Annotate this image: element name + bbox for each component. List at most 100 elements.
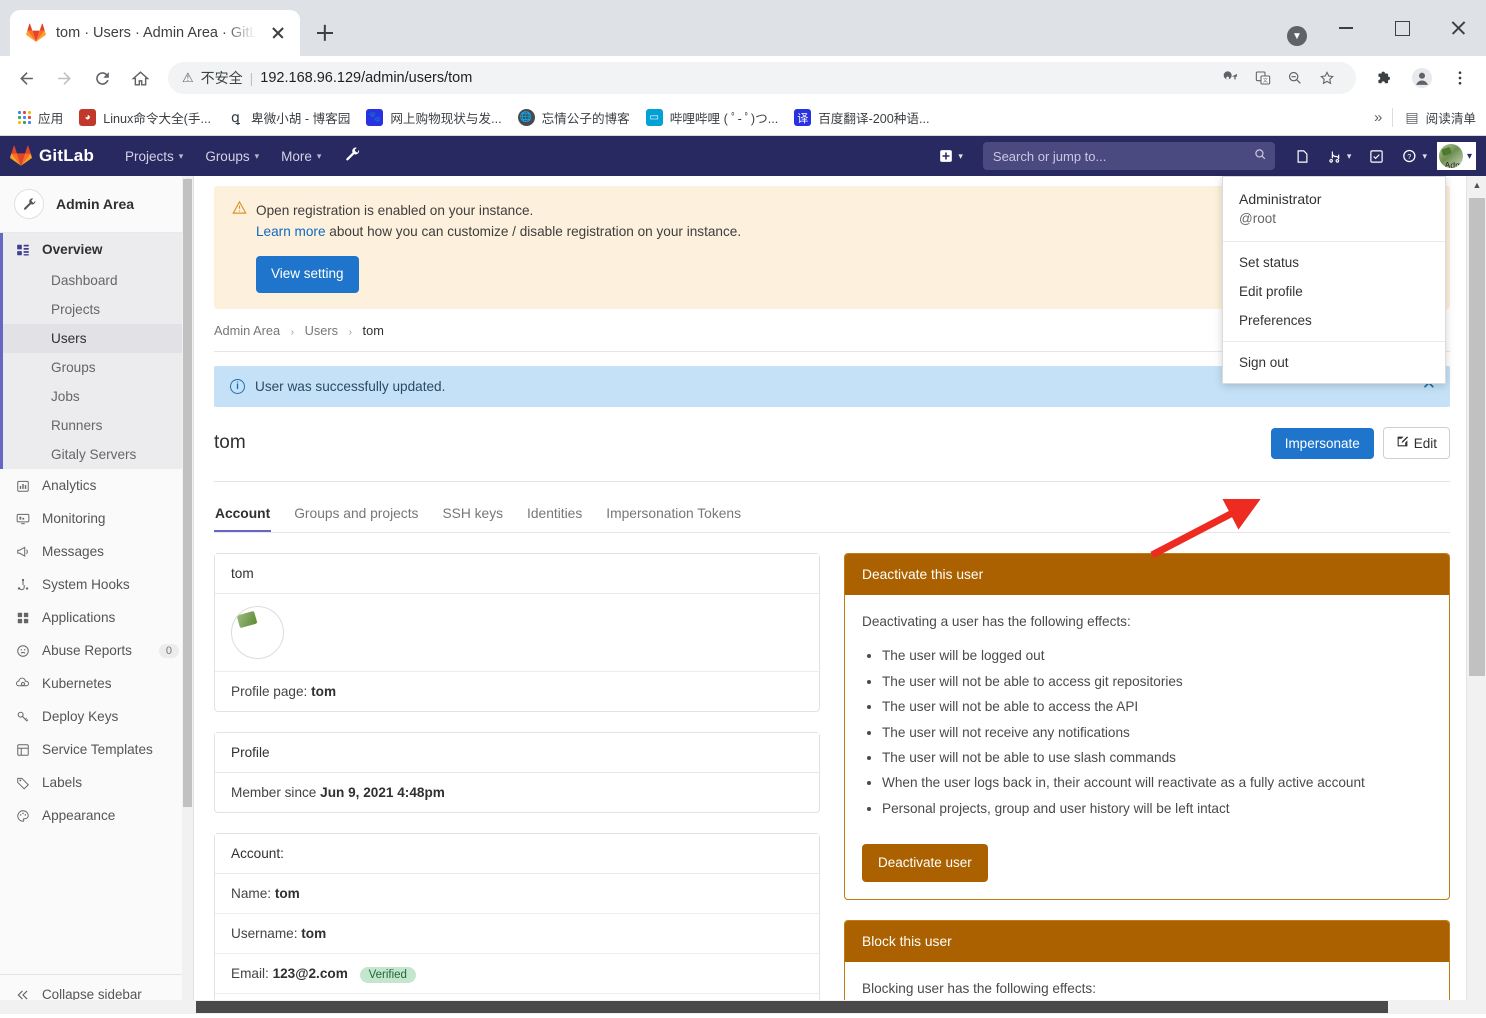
sidebar-item-messages[interactable]: Messages [0,535,193,568]
close-window-button[interactable] [1430,6,1486,50]
bookmark-item[interactable]: ◕ Linux命令大全(手... [71,104,219,131]
gitlab-logo[interactable]: GitLab [10,145,116,167]
help-icon[interactable]: ? ▾ [1394,143,1435,169]
tab-account[interactable]: Account [214,498,271,532]
bookmark-label: 哔哩哔哩 ( ﾟ- ﾟ)つ... [669,112,779,126]
page-scrollbar-thumb[interactable] [1469,198,1485,676]
list-item: The user will not be able to use slash c… [882,748,1432,768]
profile-avatar-icon[interactable] [1404,60,1440,96]
back-button[interactable] [8,60,44,96]
browser-window: tom · Users · Admin Area · GitL ▼ ⚠ 不安全 … [0,0,1486,1018]
merge-requests-icon[interactable]: ▾ [1320,144,1360,169]
sidebar-item-projects[interactable]: Projects [3,295,193,324]
account-name-label: Name: [231,886,272,902]
admin-wrench-icon[interactable] [334,142,371,171]
gitlab-app: GitLab Projects ▾ Groups ▾ More ▾ ▾ Sear… [0,136,1486,1014]
sidebar-item-analytics[interactable]: Analytics [0,469,193,502]
menu-item-preferences[interactable]: Preferences [1223,306,1445,335]
user-menu-button[interactable]: Administ ▾ [1436,142,1476,170]
search-input[interactable] [992,148,1265,164]
sidebar-item-gitaly-servers[interactable]: Gitaly Servers [3,440,193,469]
bookmark-item[interactable]: 🐾 网上购物现状与发... [358,104,509,131]
sidebar-item-abuse-reports[interactable]: Abuse Reports 0 [0,634,193,667]
sidebar-item-service-templates[interactable]: Service Templates [0,733,193,766]
sidebar-scrollbar-thumb[interactable] [183,179,192,807]
new-item-button[interactable]: ▾ [931,144,971,168]
bookmarks-overflow-icon[interactable]: » [1374,109,1382,126]
download-indicator-icon[interactable]: ▼ [1287,26,1307,46]
global-search[interactable] [982,142,1275,170]
home-button[interactable] [122,60,158,96]
sidebar-item-labels[interactable]: Labels [0,766,193,799]
menu-item-sign-out[interactable]: Sign out [1223,348,1445,377]
view-setting-button[interactable]: View setting [256,256,359,294]
sidebar-item-system-hooks[interactable]: System Hooks [0,568,193,601]
tab-ssh-keys[interactable]: SSH keys [441,498,504,532]
bookmark-item[interactable]: ꝗ 卑微小胡 - 博客园 [219,104,358,131]
sidebar-item-dashboard[interactable]: Dashboard [3,266,193,295]
breadcrumb-users[interactable]: Users [305,323,338,338]
bookmark-item[interactable]: 译 百度翻译-200种语... [786,104,937,131]
user-card: tom Profile page: tom [214,553,820,713]
tab-impersonation-tokens[interactable]: Impersonation Tokens [605,498,742,532]
bookmarks-overflow: » ▤ 阅读清单 [1374,108,1476,127]
breadcrumb-admin-area[interactable]: Admin Area [214,323,280,338]
browser-tab[interactable]: tom · Users · Admin Area · GitL [10,10,300,56]
sidebar-item-groups[interactable]: Groups [3,353,193,382]
issues-icon[interactable] [1287,144,1318,169]
sidebar-item-runners[interactable]: Runners [3,411,193,440]
nav-groups[interactable]: Groups ▾ [196,143,268,170]
sidebar-scrollbar[interactable]: ▲ [182,176,193,1014]
menu-item-edit-profile[interactable]: Edit profile [1223,277,1445,306]
minimize-window-button[interactable] [1318,6,1374,50]
apps-grid-icon [14,611,31,625]
baidu-icon: 🐾 [366,109,384,126]
address-bar[interactable]: ⚠ 不安全 | 192.168.96.129/admin/users/tom 文 [168,62,1356,94]
sidebar-item-users[interactable]: Users [3,324,193,353]
sidebar-item-jobs[interactable]: Jobs [3,382,193,411]
extensions-puzzle-icon[interactable] [1366,60,1402,96]
deactivate-panel-title: Deactivate this user [845,554,1449,596]
bookmark-item[interactable]: ▭ 哔哩哔哩 ( ﾟ- ﾟ)つ... [638,104,786,131]
horizontal-scrollbar[interactable] [0,1000,1486,1014]
horizontal-scrollbar-thumb[interactable] [196,1001,1388,1013]
close-tab-icon[interactable] [266,21,290,45]
profile-page-value[interactable]: tom [311,684,336,699]
sidebar-item-service-templates-label: Service Templates [42,742,153,757]
sidebar-item-monitoring[interactable]: Monitoring [0,502,193,535]
todos-icon[interactable] [1361,144,1392,169]
reload-button[interactable] [84,60,120,96]
key-icon[interactable] [1216,63,1246,93]
scroll-up-arrow-icon[interactable]: ▲ [1467,176,1486,194]
impersonate-button[interactable]: Impersonate [1270,427,1374,459]
learn-more-link[interactable]: Learn more [256,224,326,239]
bookmark-apps[interactable]: 应用 [10,104,71,131]
new-tab-button[interactable] [308,16,342,50]
nav-projects[interactable]: Projects ▾ [116,143,192,170]
chrome-menu-icon[interactable] [1442,60,1478,96]
bookmark-item[interactable]: 🌐 忘情公子的博客 [510,104,638,131]
sidebar-item-applications[interactable]: Applications [0,601,193,634]
reading-list-button[interactable]: ▤ 阅读清单 [1392,108,1476,127]
tab-groups-and-projects[interactable]: Groups and projects [293,498,419,532]
sidebar-scroll-area: Overview Dashboard Projects Users Groups… [0,233,193,974]
bilibili-icon: ▭ [645,109,663,126]
tab-identities[interactable]: Identities [526,498,583,532]
bookmark-star-icon[interactable] [1312,63,1342,93]
sidebar-header[interactable]: Admin Area [0,176,193,233]
page-scrollbar[interactable]: ▲ ▼ [1466,176,1486,1014]
translate-icon[interactable]: 文 [1248,63,1278,93]
sidebar-item-overview[interactable]: Overview [3,233,193,266]
maximize-window-button[interactable] [1374,6,1430,50]
sidebar-item-kubernetes[interactable]: Kubernetes [0,667,193,700]
sidebar-item-deploy-keys[interactable]: Deploy Keys [0,700,193,733]
nav-more[interactable]: More ▾ [272,143,330,170]
forward-button[interactable] [46,60,82,96]
sidebar-item-system-hooks-label: System Hooks [42,577,130,592]
menu-item-set-status[interactable]: Set status [1223,248,1445,277]
chevron-down-icon: ▾ [1422,150,1427,161]
sidebar-item-appearance[interactable]: Appearance [0,799,193,832]
deactivate-user-button[interactable]: Deactivate user [862,844,988,883]
zoom-out-icon[interactable] [1280,63,1310,93]
edit-button[interactable]: Edit [1382,427,1450,460]
